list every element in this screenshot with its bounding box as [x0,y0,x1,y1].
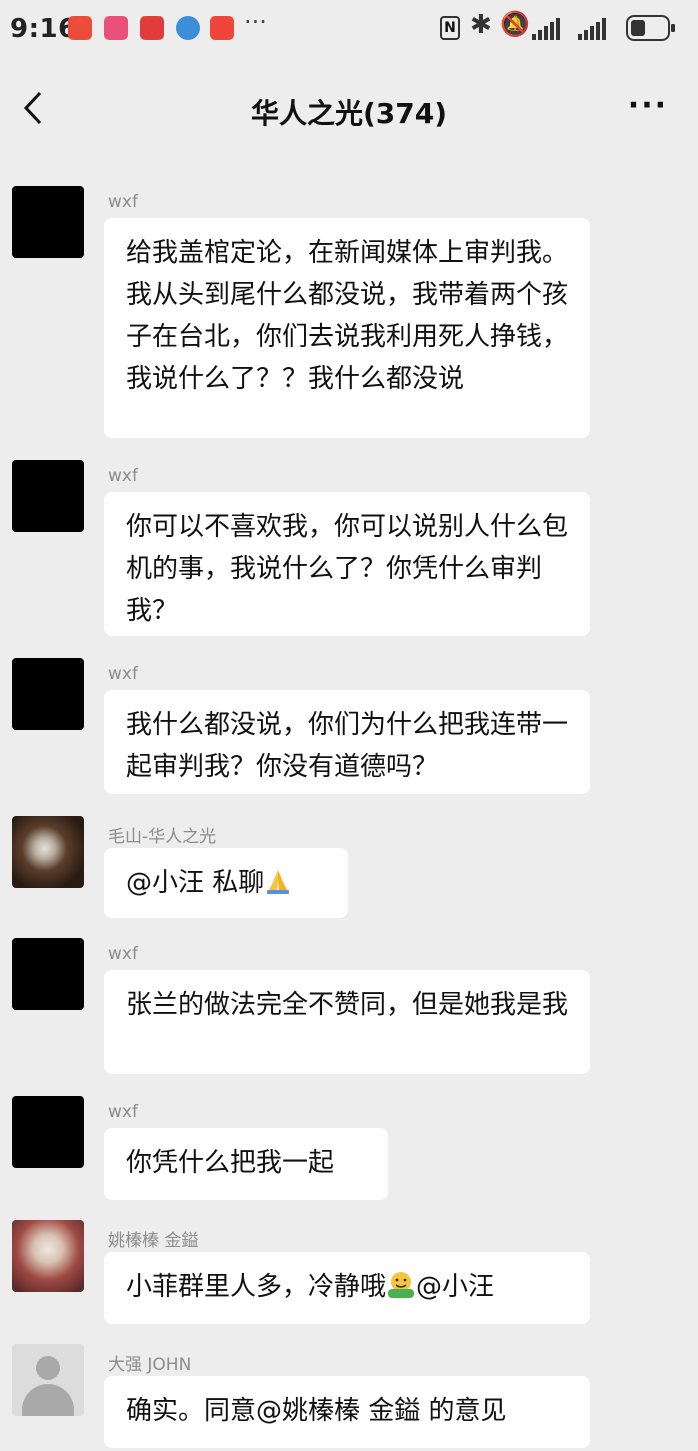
chat-title: 华人之光(374) [250,97,448,130]
battery-icon [626,15,675,41]
message-bubble[interactable]: 我什么都没说，你们为什么把我连带一起审判我？你没有道德吗？ [104,690,590,794]
sender-avatar[interactable] [12,1220,84,1292]
signal-icon [532,18,562,40]
sender-name: 姚榛榛 金鎰 [108,1231,199,1251]
bluetooth-icon: ✱ [470,10,492,40]
default-avatar-head [36,1356,60,1380]
notification-app-icon [68,16,92,40]
message-text: @小汪 私聊 [126,868,265,898]
sender-avatar[interactable] [12,186,84,258]
battery-level [631,20,645,36]
mention-text: @小汪 [416,1272,495,1302]
notification-app-icon [176,16,200,40]
sender-avatar[interactable] [12,938,84,1010]
sender-avatar[interactable] [12,1344,84,1416]
sender-name: wxf [108,664,138,684]
sender-avatar[interactable] [12,658,84,730]
mute-icon: 🔕 [500,10,530,38]
sender-name: wxf [108,466,138,486]
message-bubble[interactable]: 小菲群里人多，冷静哦 @小汪 [104,1252,590,1324]
message-bubble[interactable]: 给我盖棺定论，在新闻媒体上审判我。我从头到尾什么都没说，我带着两个孩子在台北，你… [104,218,590,438]
message-bubble[interactable]: 你可以不喜欢我，你可以说别人什么包机的事，我说什么了？你凭什么审判我？ [104,492,590,636]
message-bubble[interactable]: 张兰的做法完全不赞同，但是她我是我 [104,970,590,1074]
sender-avatar[interactable] [12,460,84,532]
notification-app-icon [210,16,234,40]
more-options-icon[interactable]: ··· [628,88,668,123]
status-time: 9:16 [10,14,77,44]
sender-name: wxf [108,192,138,212]
message-bubble[interactable]: 你凭什么把我一起 [104,1128,388,1200]
default-avatar-body [22,1384,74,1416]
nfc-icon: N [440,16,460,40]
folded-hands-emoji-icon [267,870,290,894]
message-bubble[interactable]: 确实。同意@姚榛榛 金鎰 的意见 [104,1376,590,1448]
sender-name: wxf [108,1102,138,1122]
chat-header: 华人之光(374) ··· [0,68,698,148]
sender-name: wxf [108,944,138,964]
hugging-face-emoji-icon [388,1272,415,1298]
message-bubble[interactable]: @小汪 私聊 [104,848,348,918]
notification-app-icon [140,16,164,40]
status-bar: 9:16 ··· N ✱ 🔕 [0,0,698,60]
sender-avatar[interactable] [12,1096,84,1168]
sender-name: 大强 JOHN [108,1355,192,1375]
signal-icon [578,18,608,40]
sender-name: 毛山-华人之光 [108,827,217,847]
sender-avatar[interactable] [12,816,84,888]
message-text: 小菲群里人多，冷静哦 [126,1272,387,1302]
notification-app-icon [104,16,128,40]
more-notifications-icon: ··· [244,8,267,36]
